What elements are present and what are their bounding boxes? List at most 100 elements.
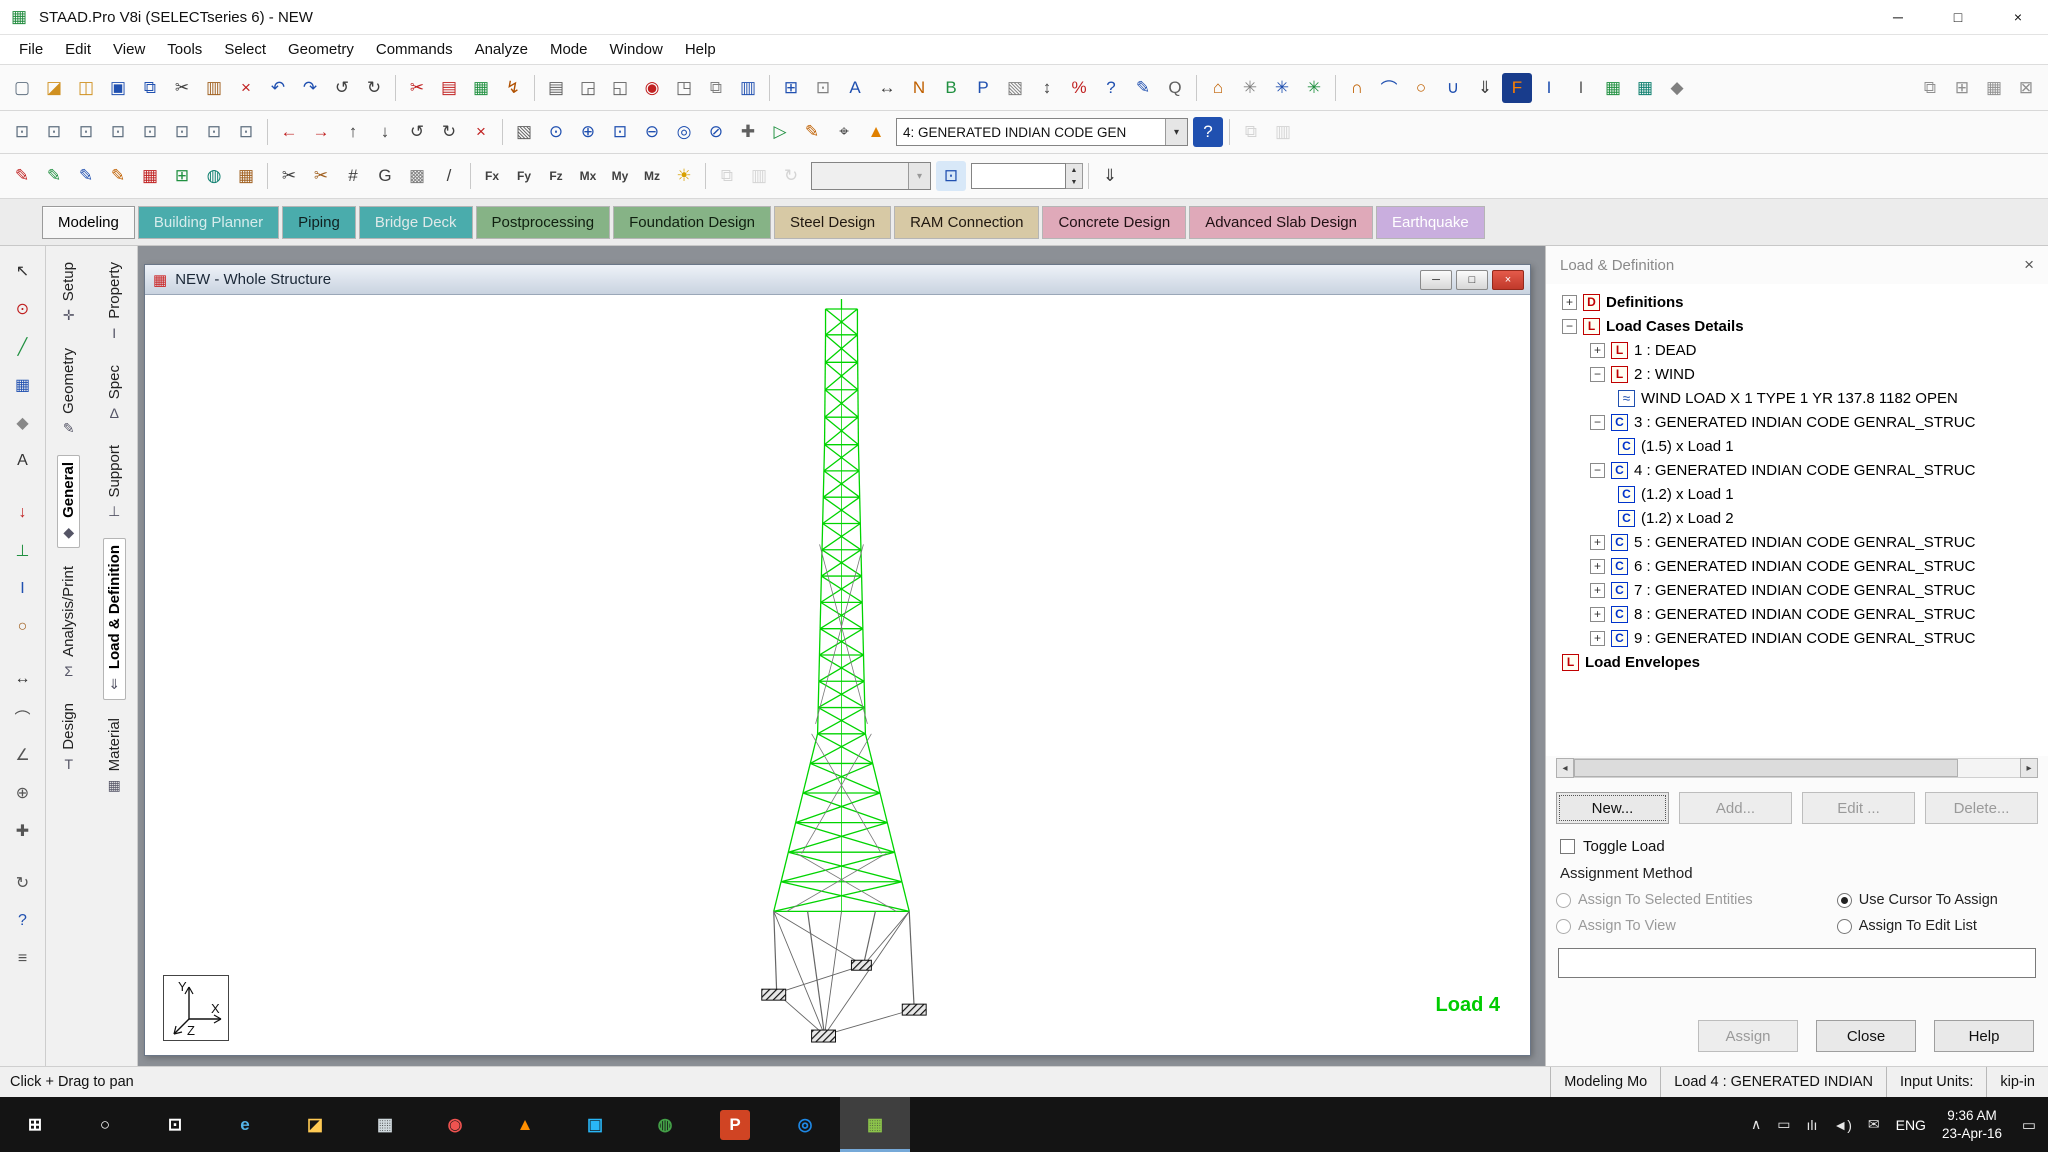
tables-icon[interactable]: ▦ <box>231 161 261 191</box>
panel-close-icon[interactable]: × <box>2024 255 2034 275</box>
zoom-in-icon[interactable]: ⊕ <box>573 117 603 147</box>
selection-box-icon[interactable]: ▧ <box>509 117 539 147</box>
zoom-previous-icon[interactable]: ⊘ <box>701 117 731 147</box>
text-cursor-icon[interactable]: A <box>8 446 38 476</box>
new-button[interactable]: New... <box>1556 792 1669 824</box>
value-input[interactable] <box>971 163 1066 189</box>
radio-use-cursor-to-assign[interactable]: Use Cursor To Assign <box>1836 892 2040 908</box>
sidetab-analysis-print[interactable]: Analysis/Print Σ <box>58 560 79 685</box>
view-management-icon[interactable]: ⊡ <box>808 73 838 103</box>
load-mx-icon[interactable]: Mx <box>573 161 603 191</box>
help-icon[interactable]: ? <box>1096 73 1126 103</box>
print-current-view-icon[interactable]: ◳ <box>669 73 699 103</box>
macro-editor-icon[interactable]: ✳ <box>1235 73 1265 103</box>
add-plate-icon[interactable]: ✎ <box>39 161 69 191</box>
file-explorer-icon[interactable]: ◪ <box>280 1097 350 1152</box>
arrange-windows-icon[interactable]: ▦ <box>1979 73 2009 103</box>
database-table-icon[interactable]: ▦ <box>1598 73 1628 103</box>
beam-labels-icon[interactable]: B <box>936 73 966 103</box>
save-icon[interactable]: ▣ <box>103 73 133 103</box>
load-fx-icon[interactable]: Fx <box>477 161 507 191</box>
tab-modeling[interactable]: Modeling <box>42 205 135 239</box>
load-case-selector[interactable]: 4: GENERATED INDIAN CODE GEN ▾ <box>896 118 1188 146</box>
radio-assign-to-selected-entities[interactable]: Assign To Selected Entities <box>1556 892 1837 908</box>
tree-item-2-wind[interactable]: − L 2 : WIND <box>1556 362 2048 386</box>
clock[interactable]: 9:36 AM 23-Apr-16 <box>1942 1107 2002 1142</box>
solids-icon[interactable]: ◆ <box>1662 73 1692 103</box>
radio-dot[interactable] <box>1556 892 1571 908</box>
section-clip-icon[interactable]: ✂ <box>402 73 432 103</box>
load-fy-icon[interactable]: Fy <box>509 161 539 191</box>
zoom-cursor-icon[interactable]: ⊕ <box>8 778 38 808</box>
language-indicator[interactable]: ENG <box>1896 1117 1926 1133</box>
rotate-ccw-icon[interactable]: ↺ <box>402 117 432 147</box>
tree-expander[interactable]: − <box>1590 366 1605 382</box>
plate-labels-icon[interactable]: P <box>968 73 998 103</box>
tab-advanced-slab-design[interactable]: Advanced Slab Design <box>1189 205 1373 239</box>
display-box-icon[interactable]: ⊡ <box>936 161 966 191</box>
scrollbar-thumb[interactable] <box>1574 759 1958 777</box>
structure-view-4-icon[interactable]: ⊡ <box>103 117 133 147</box>
chat-icon[interactable]: ✉ <box>1868 1116 1880 1133</box>
volume-icon[interactable]: ◄) <box>1833 1117 1852 1133</box>
action-center-icon[interactable]: ▭ <box>2010 1097 2048 1152</box>
menu-view[interactable]: View <box>102 38 156 61</box>
store-icon[interactable]: ▣ <box>560 1097 630 1152</box>
scroll-right-arrow[interactable]: ▸ <box>2020 758 2038 778</box>
copy-view-icon[interactable]: ⧉ <box>1236 117 1266 147</box>
radio-dot[interactable] <box>1836 918 1852 934</box>
close-file-icon[interactable]: ◫ <box>71 73 101 103</box>
cut-icon[interactable]: ✂ <box>167 73 197 103</box>
browser-globe-icon[interactable]: ◍ <box>630 1097 700 1152</box>
mesh-icon[interactable]: ▩ <box>402 161 432 191</box>
minimize-button[interactable]: ─ <box>1868 0 1928 34</box>
menu-help[interactable]: Help <box>674 38 727 61</box>
locate-icon[interactable]: ⌖ <box>829 117 859 147</box>
print-icon[interactable]: ▤ <box>541 73 571 103</box>
radio-dot[interactable] <box>1836 892 1852 908</box>
doc-close-button[interactable]: × <box>1492 269 1524 290</box>
task-view-icon[interactable]: ⊡ <box>140 1097 210 1152</box>
start-button[interactable]: ⊞ <box>0 1097 70 1152</box>
structure-view-2-icon[interactable]: ⊡ <box>39 117 69 147</box>
redo-all-icon[interactable]: ↻ <box>359 73 389 103</box>
support-edit-cursor-icon[interactable]: ⊥ <box>8 536 38 566</box>
database-table-2-icon[interactable]: ▦ <box>1630 73 1660 103</box>
move-up-icon[interactable]: ↑ <box>338 117 368 147</box>
tree-item-load-cases-details[interactable]: − L Load Cases Details <box>1556 314 2048 338</box>
sidetab-setup[interactable]: Setup ✛ <box>58 256 79 330</box>
structure-view-7-icon[interactable]: ⊡ <box>199 117 229 147</box>
tree-item-4-generated-indian-code-genral-struc[interactable]: − C 4 : GENERATED INDIAN CODE GENRAL_STRU… <box>1556 458 2048 482</box>
ellipse-tool-icon[interactable]: ○ <box>1406 73 1436 103</box>
open-file-icon[interactable]: ◪ <box>39 73 69 103</box>
tree-expander[interactable]: + <box>1590 534 1605 550</box>
load-edit-cursor-icon[interactable]: ↓ <box>8 498 38 528</box>
tree-expander[interactable]: + <box>1590 342 1605 358</box>
tree-item-7-generated-indian-code-genral-struc[interactable]: + C 7 : GENERATED INDIAN CODE GENRAL_STRU… <box>1556 578 2048 602</box>
tree-expander[interactable]: + <box>1590 630 1605 646</box>
help-button[interactable]: Help <box>1934 1020 2034 1052</box>
list-cursor-icon[interactable]: ≡ <box>8 944 38 974</box>
abort-icon[interactable]: × <box>466 117 496 147</box>
tree-horizontal-scrollbar[interactable]: ◂ ▸ <box>1556 758 2038 778</box>
redo-icon[interactable]: ↷ <box>295 73 325 103</box>
sidetab-property[interactable]: Property I <box>104 256 125 347</box>
add-beam-icon[interactable]: ✎ <box>7 161 37 191</box>
tree-item-6-generated-indian-code-genral-struc[interactable]: + C 6 : GENERATED INDIAN CODE GENRAL_STRU… <box>1556 554 2048 578</box>
rotate-cw-icon[interactable]: ↻ <box>434 117 464 147</box>
snap-grid-icon[interactable]: ▦ <box>135 161 165 191</box>
export-view-icon[interactable]: ◱ <box>605 73 635 103</box>
pan-cursor-icon[interactable]: ✚ <box>8 816 38 846</box>
highlight-lamp-icon[interactable]: ☀ <box>669 161 699 191</box>
tree-item-definitions[interactable]: + D Definitions <box>1556 290 2048 314</box>
scrollbar-track[interactable] <box>1574 758 2020 778</box>
user-tools-icon[interactable]: ✳ <box>1267 73 1297 103</box>
solids-cursor-icon[interactable]: ◆ <box>8 408 38 438</box>
move-left-icon[interactable]: ← <box>274 117 304 147</box>
curved-plate-icon[interactable]: ⌒ <box>1374 73 1404 103</box>
tree-item-1-5-x-load-1[interactable]: C (1.5) x Load 1 <box>1556 434 2048 458</box>
dimension-icon[interactable]: ↔ <box>872 73 902 103</box>
tree-item-9-generated-indian-code-genral-struc[interactable]: + C 9 : GENERATED INDIAN CODE GENRAL_STRU… <box>1556 626 2048 650</box>
import-icon[interactable]: ⇓ <box>1470 73 1500 103</box>
sidetab-load-definition[interactable]: Load & Definition ⇓ <box>102 538 126 700</box>
